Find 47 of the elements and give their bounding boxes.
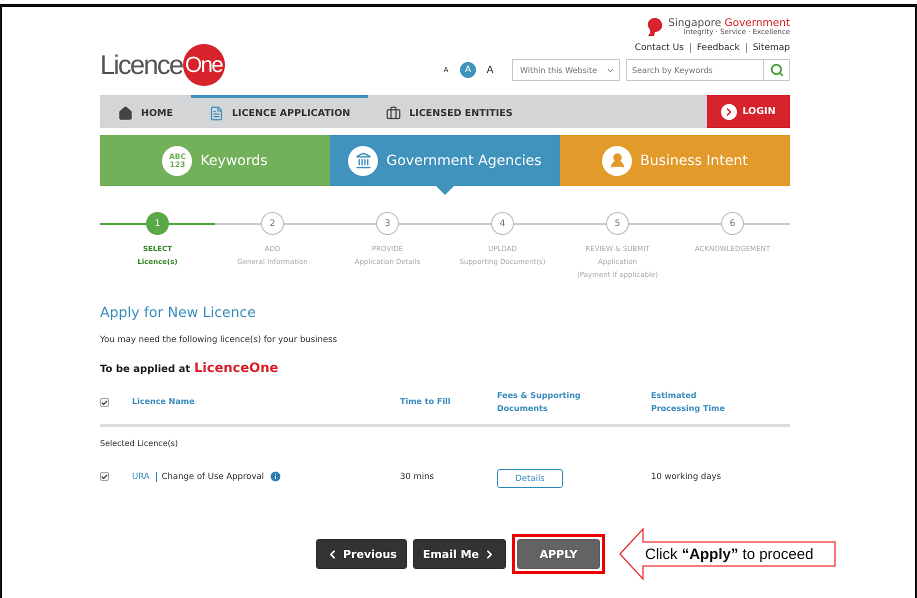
page-heading: Apply for New Licence	[100, 305, 257, 321]
info-icon[interactable]	[269, 470, 282, 484]
brand-name: LicenceOne	[194, 361, 278, 376]
search-field[interactable]: Search by Keywords	[626, 59, 764, 81]
font-size-button[interactable]: A	[482, 62, 498, 78]
checkbox[interactable]	[100, 398, 109, 408]
agency-link[interactable]: URA	[132, 472, 157, 482]
header-link[interactable]: Sitemap	[746, 43, 790, 53]
table-cell-text: 10 working days	[651, 472, 722, 482]
checkbox[interactable]	[100, 472, 109, 482]
step-number: 2	[261, 212, 284, 235]
email-button[interactable]: Email Me	[412, 539, 506, 570]
person-icon	[602, 146, 632, 176]
intro-text: You may need the following licence(s) for your business	[100, 335, 338, 345]
step-number: 3	[376, 212, 399, 235]
building-icon	[348, 146, 378, 176]
document-icon	[208, 106, 224, 120]
home-icon	[118, 106, 133, 120]
licence-name: Change of Use Approval	[162, 472, 264, 482]
step-number: 6	[721, 212, 744, 235]
nav-tab[interactable]: LICENSED ENTITIES	[368, 95, 531, 128]
header-link[interactable]: Feedback	[690, 43, 746, 53]
step-number: 1	[146, 212, 169, 235]
column-header: Time to Fill	[400, 396, 452, 408]
licenceone-logo: LicenceOne	[100, 45, 225, 85]
section-label: To be applied at	[100, 364, 190, 375]
step-number: 4	[491, 212, 514, 235]
chevron-icon	[721, 104, 738, 120]
login-button[interactable]: LOGIN	[707, 95, 790, 128]
callout-text: Click “Apply” to proceed	[645, 546, 814, 563]
group-label: Selected Licence(s)	[100, 438, 180, 448]
search-icon	[770, 63, 784, 77]
table-cell-text: 30 mins	[400, 472, 435, 482]
previous-button[interactable]: Previous	[316, 539, 407, 570]
apply-button[interactable]: APPLY	[517, 539, 600, 570]
briefcase-icon	[386, 106, 402, 120]
column-header: Licence Name	[132, 396, 196, 408]
tab-pointer	[436, 186, 454, 195]
details-button[interactable]: Details	[497, 469, 563, 488]
search-scope-dropdown[interactable]: Within this Website	[512, 59, 620, 81]
header-link[interactable]: Contact Us	[628, 43, 690, 53]
column-header: Estimated Processing Time	[651, 390, 726, 415]
search-button[interactable]	[764, 59, 790, 81]
nav-tab[interactable]: LICENCE APPLICATION	[190, 95, 368, 128]
nav-tab[interactable]: HOME	[100, 95, 191, 128]
column-header: Fees & Supporting Documents	[497, 390, 582, 415]
step-number: 5	[606, 212, 629, 235]
